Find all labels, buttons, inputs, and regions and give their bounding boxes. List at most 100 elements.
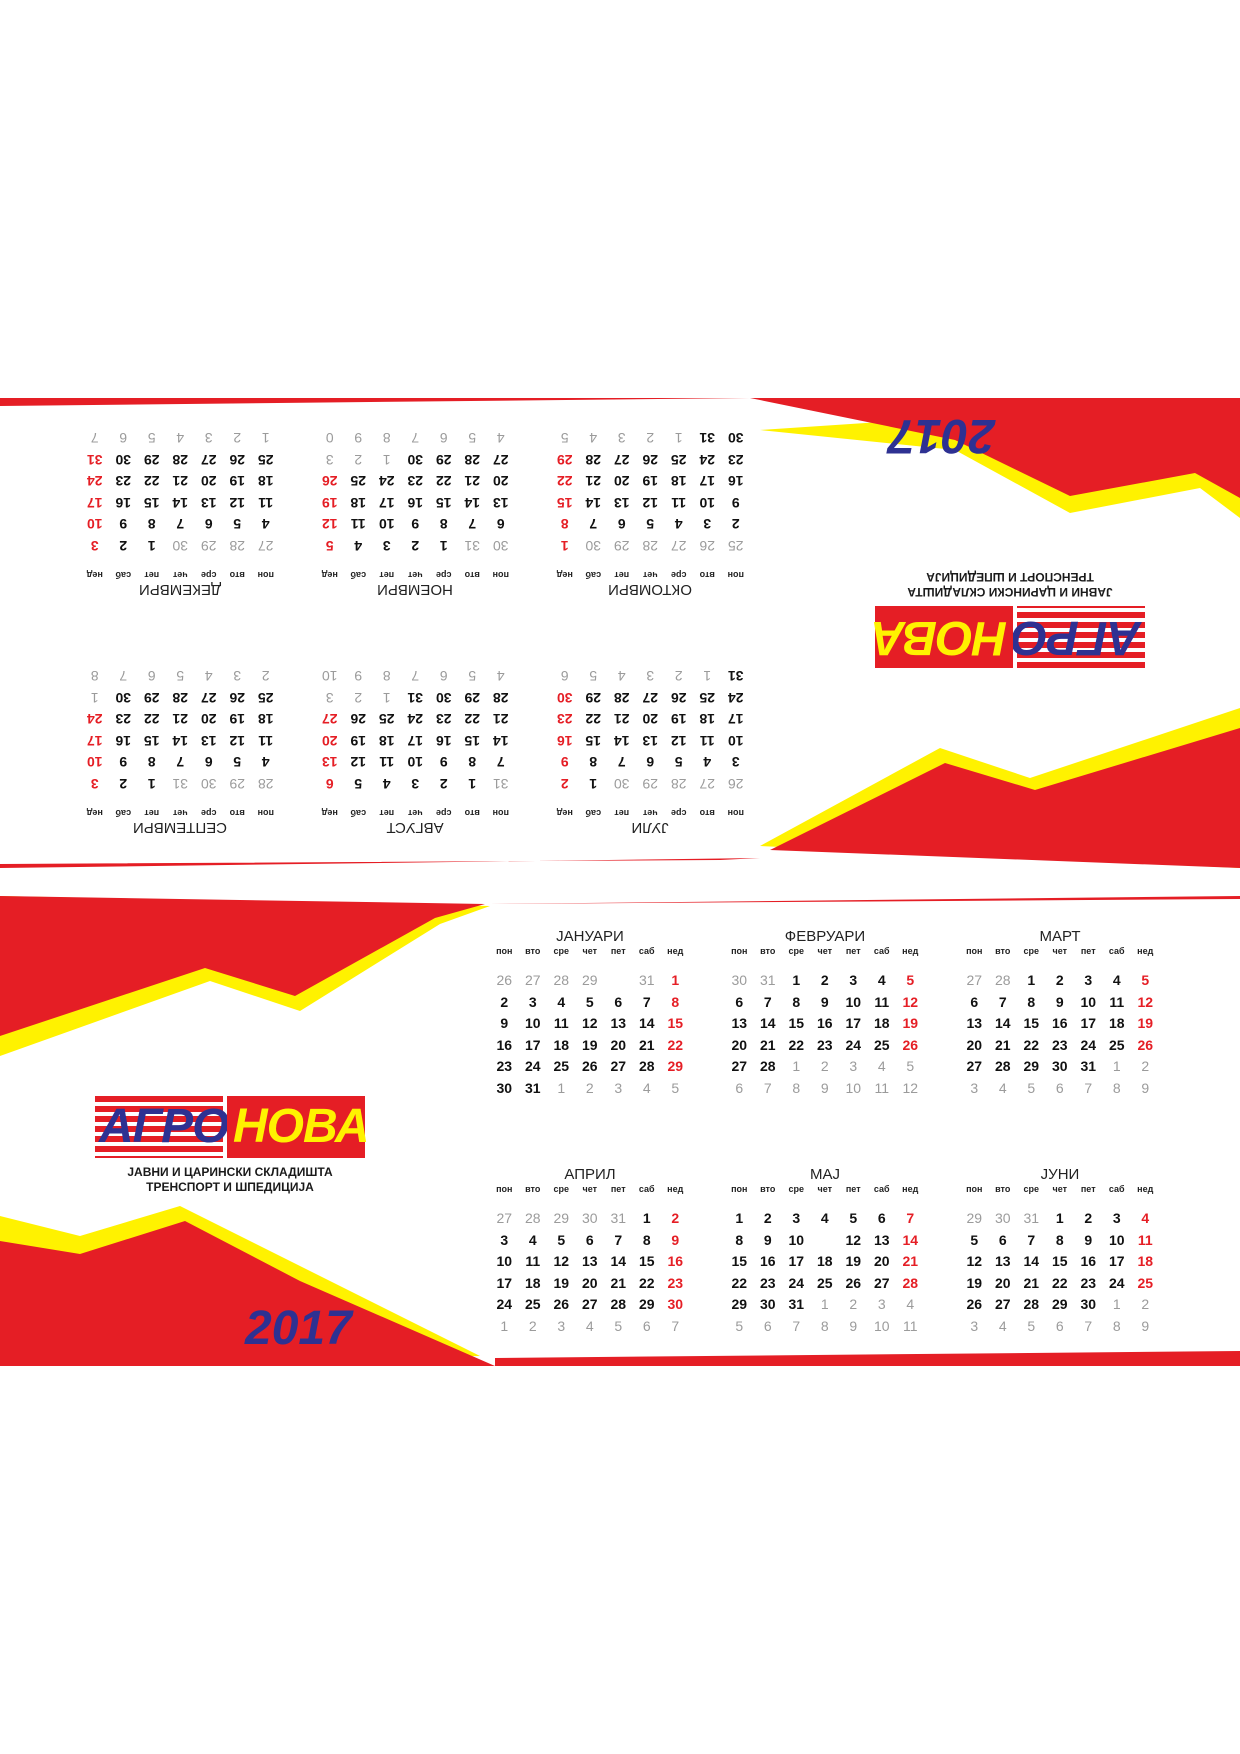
day-cell: 8	[1112, 1079, 1121, 1096]
day-cell: 26	[727, 776, 744, 792]
day-cell: 10	[1108, 1231, 1125, 1248]
week-row: 26 27 28 29 31 1	[490, 970, 690, 992]
weekday-label: пон	[492, 570, 509, 580]
day-cell: 14	[172, 733, 189, 749]
week-row: 2 3 4 5 6 7 8	[490, 992, 690, 1014]
day-cell: 18	[670, 473, 687, 490]
day-cell: 4	[703, 754, 712, 771]
weekday-label: сре	[201, 570, 217, 580]
day-cell: 3	[849, 972, 858, 988]
day-cell: 27	[994, 1296, 1011, 1312]
day-cell: 15	[143, 495, 160, 511]
week-row: 30 31 1 2 3 4 5	[315, 535, 515, 557]
agronova-logo: АГРО НОВА	[872, 606, 1145, 668]
day-cell: 3	[325, 690, 334, 706]
day-cell: 25	[873, 1036, 890, 1053]
day-cell: 1	[674, 430, 683, 447]
week-row: 17 18 19 20 21 22 23	[490, 1273, 690, 1295]
day-cell: 22	[667, 1036, 684, 1053]
day-cell: 15	[1051, 1253, 1068, 1269]
weekday-label: сре	[553, 1184, 569, 1194]
day-cell: 15	[1023, 1015, 1040, 1031]
week-row: 27 28 1 2 3 4 5	[960, 970, 1160, 992]
day-cell: 30	[731, 972, 748, 988]
day-cell: 11	[1109, 993, 1125, 1010]
weekday-header: пон вто сре чет пет саб нед	[960, 1184, 1160, 1200]
day-cell: 20	[613, 473, 630, 490]
day-cell: 5	[560, 430, 569, 447]
week-row: 16 17 18 19 20 21 22	[490, 1035, 690, 1057]
day-cell: 7	[763, 993, 772, 1010]
day-cell: 21	[902, 1253, 919, 1269]
day-cell: 1	[147, 776, 156, 792]
year-label: 2017	[888, 409, 995, 462]
day-cell: 13	[321, 754, 338, 771]
weekday-label: саб	[350, 570, 367, 580]
day-cell: 8	[439, 516, 448, 533]
day-cell: 19	[581, 1036, 598, 1053]
weekday-label: пон	[966, 946, 983, 956]
weekday-label: вто	[525, 946, 541, 956]
day-cell: 4	[204, 668, 213, 685]
day-cell: 21	[585, 473, 602, 490]
day-cell: 4	[820, 1210, 829, 1226]
day-cell: 3	[970, 1079, 979, 1096]
day-cell: 20	[994, 1274, 1011, 1291]
week-row: 18 19 20 21 22 23 24	[80, 470, 280, 492]
day-cell: 18	[699, 711, 716, 728]
day-cell: 30	[1051, 1058, 1068, 1074]
day-cell: 3	[849, 1058, 858, 1074]
day-cell: 29	[642, 776, 659, 792]
day-cell: 8	[671, 993, 680, 1010]
day-cell: 27	[966, 972, 983, 988]
day-cell: 27	[642, 690, 659, 706]
week-row: 20 21 22 23 24 25 26	[960, 1035, 1160, 1057]
day-cell: 13	[200, 495, 217, 511]
day-cell: 9	[820, 993, 829, 1010]
weekday-label: чет	[582, 1184, 598, 1194]
day-cell: 8	[468, 754, 477, 771]
day-cell: 13	[731, 1015, 748, 1031]
day-cell: 27	[610, 1058, 627, 1074]
day-cell: 26	[966, 1296, 983, 1312]
day-cell: 2	[646, 430, 655, 447]
day-cell: 8	[1055, 1231, 1064, 1248]
day-cell: 4	[906, 1296, 915, 1312]
day-cell: 1	[147, 538, 156, 554]
day-cell: 12	[321, 516, 338, 533]
day-cell: 17	[378, 495, 395, 511]
day-cell: 16	[556, 733, 573, 749]
weekday-label: вто	[760, 946, 776, 956]
week-row: 25 26 27 28 29 30 1	[550, 535, 750, 557]
day-cell: 10	[845, 993, 862, 1010]
day-cell: 9	[849, 1317, 858, 1334]
weekday-label: пон	[496, 946, 513, 956]
day-cell: 1	[703, 668, 712, 685]
day-cell: 28	[585, 452, 602, 468]
day-cell: 19	[966, 1274, 983, 1291]
day-cell: 8	[589, 754, 598, 771]
day-cell: 22	[1023, 1036, 1040, 1053]
day-cell: 17	[86, 495, 103, 511]
day-cell: 6	[617, 516, 626, 533]
day-cell: 20	[321, 733, 338, 749]
day-cell: 31	[610, 1210, 627, 1226]
day-cell: 11	[350, 516, 366, 533]
weekday-label: нед	[86, 570, 103, 580]
day-cell: 8	[642, 1231, 651, 1248]
week-row: 11 12 13 14 15 16 17	[80, 492, 280, 514]
weekday-label: чет	[642, 808, 658, 818]
day-cell: 22	[731, 1274, 748, 1291]
day-cell: 26	[670, 690, 687, 706]
weekday-label: пон	[257, 808, 274, 818]
day-cell: 23	[727, 452, 744, 468]
day-cell: 12	[229, 733, 246, 749]
day-cell: 26	[350, 711, 367, 728]
logo-text-left: АГРО	[1011, 611, 1141, 664]
day-cell: 30	[172, 538, 189, 554]
week-row: 25 26 27 28 29 30 1	[80, 687, 280, 709]
weekday-label: сре	[553, 946, 569, 956]
week-row: 6 7 8 9 10 11 12	[725, 992, 925, 1014]
day-cell: 3	[617, 430, 626, 447]
day-cell: 19	[229, 711, 246, 728]
